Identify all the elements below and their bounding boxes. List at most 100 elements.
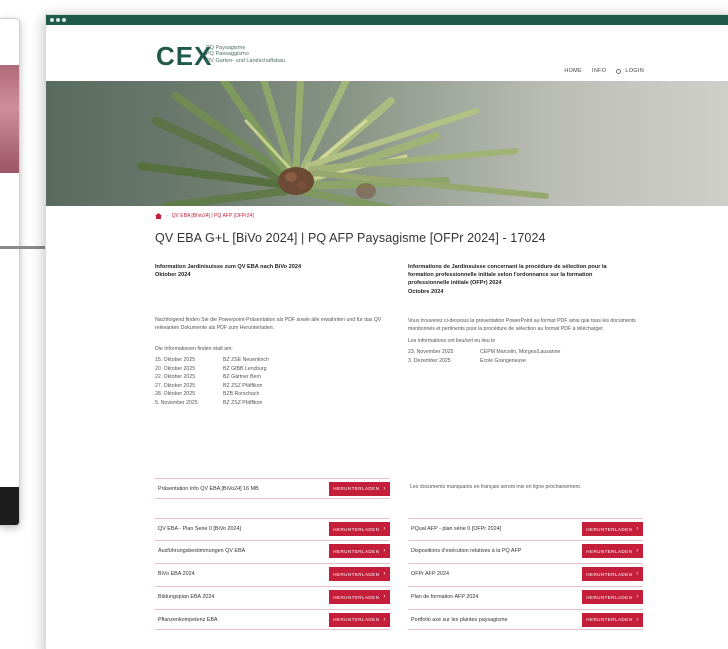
de-download-row: Pflanzenkompetenz EBA HERUNTERLADEN › — [155, 609, 390, 630]
chevron-right-icon: › — [383, 526, 386, 532]
background-card-footer — [0, 487, 19, 525]
fr-download-row: Dispositions d'exécution relatives à la … — [408, 540, 643, 561]
download-button-label: HERUNTERLADEN — [333, 526, 380, 532]
fr-intro-body: Vous trouverez ci-dessous la présentatio… — [408, 317, 636, 332]
location-cell: BZ ZSZ Pfäffikon — [223, 382, 263, 389]
download-button[interactable]: HERUNTERLADEN › — [582, 544, 643, 558]
fr-download-row: Portfolio axé sur les plantes paysagisme… — [408, 609, 643, 630]
window-dot-icon[interactable] — [50, 18, 54, 22]
home-icon[interactable] — [155, 213, 162, 219]
download-button-label: HERUNTERLADEN — [586, 594, 633, 600]
download-label: Dispositions d'exécution relatives à la … — [411, 548, 522, 554]
search-icon[interactable] — [616, 68, 622, 74]
download-label: Plan de formation AFP 2024 — [411, 594, 479, 600]
main-nav: HOME INFO LOGIN — [564, 68, 644, 74]
nav-info-label: INFO — [592, 68, 607, 74]
download-button[interactable]: HERUNTERLADEN › — [329, 612, 390, 627]
location-cell: BZB Rorschach — [223, 391, 260, 398]
fr-download-row: Plan de formation AFP 2024 HERUNTERLADEN… — [408, 586, 643, 607]
date-cell: 15. Oktober 2025 — [155, 357, 196, 363]
chevron-right-icon: › — [636, 526, 639, 532]
background-device-card — [0, 18, 20, 526]
download-button[interactable]: HERUNTERLADEN › — [582, 612, 643, 627]
chevron-right-icon: › — [383, 616, 386, 623]
location-cell: BZ ZSZ Pfäffikon — [223, 399, 263, 406]
download-label: Pflanzenkompetenz EBA — [158, 616, 218, 623]
chevron-right-icon: › — [383, 594, 386, 600]
fr-dates-intro: Les informations ont lieu/ont eu lieu le — [408, 338, 496, 345]
date-cell: 28. Oktober 2025 — [155, 391, 196, 398]
nav-info[interactable]: INFO — [592, 68, 606, 74]
fr-download-row: PQual AFP - plan série 0 [OFPr 2024] HER… — [408, 518, 643, 539]
download-button[interactable]: HERUNTERLADEN › — [329, 481, 390, 496]
download-button-label: HERUNTERLADEN — [586, 571, 633, 577]
download-button-label: HERUNTERLADEN — [333, 617, 380, 622]
date-row: 5. November 2025 BZ ZSZ Pfäffikon — [155, 399, 395, 408]
breadcrumb-current[interactable]: QV EBA [BiVo24] | PQ AFP [OFPr24] — [172, 213, 254, 219]
download-label: PQual AFP - plan série 0 [OFPr 2024] — [411, 526, 502, 532]
fr-intro-title-line: Octobre 2024 — [408, 288, 444, 295]
chevron-right-icon: › — [383, 548, 386, 554]
nav-home-label: HOME — [564, 68, 583, 74]
breadcrumb: › QV EBA [BiVo24] | PQ AFP [OFPr24] — [155, 213, 665, 219]
presentation-download-row: Präsentation Info QV EBA [BiVo24] 16 MB … — [155, 478, 390, 499]
french-column: Informations de Jardinsuisse concernant … — [408, 263, 648, 366]
date-row: 27. Oktober 2025 BZ ZSZ Pfäffikon — [155, 382, 395, 391]
date-row: 3. Dezember 2025 Ecole Grangeneuve — [408, 357, 648, 366]
download-button-label: HERUNTERLADEN — [333, 571, 380, 577]
window-dot-icon[interactable] — [62, 18, 66, 22]
download-label: Ausführungsbestimmungen QV EBA — [158, 548, 246, 554]
nav-login-label: LOGIN — [625, 68, 644, 74]
background-card-photo — [0, 65, 19, 173]
window-titlebar — [46, 15, 728, 25]
download-button[interactable]: HERUNTERLADEN › — [582, 567, 643, 581]
de-download-row: QV EBA - Plan Serie 0 [BiVo 2024] HERUNT… — [155, 518, 390, 539]
site-header: CEX PQ Paysagisme PQ Paesaggismo QV Gart… — [46, 25, 728, 81]
download-button[interactable]: HERUNTERLADEN › — [582, 590, 643, 604]
download-button-label: HERUNTERLADEN — [333, 594, 380, 600]
download-button-label: HERUNTERLADEN — [586, 617, 633, 622]
date-row: 20. Oktober 2025 BZ GIBB Lenzburg — [155, 365, 395, 374]
date-cell: 22. Oktober 2025 — [155, 374, 196, 381]
chevron-right-icon: › — [636, 594, 639, 600]
de-intro-title: Information Jardinisuisse zum QV EBA nac… — [155, 263, 395, 279]
window-dot-icon[interactable] — [56, 18, 60, 22]
hero-pine-needles — [137, 81, 549, 206]
de-dates-intro: Die Informationen finden statt am: — [155, 346, 233, 352]
page-title: QV EBA G+L [BiVo 2024] | PQ AFP Paysagis… — [155, 231, 546, 245]
chevron-right-icon: › — [383, 485, 386, 492]
download-button[interactable]: HERUNTERLADEN › — [329, 544, 390, 558]
screenshot-stage: CEX PQ Paysagisme PQ Paesaggismo QV Gart… — [0, 0, 728, 649]
nav-home[interactable]: HOME — [564, 68, 582, 74]
date-cell: 5. November 2025 — [155, 399, 198, 406]
date-row: 22. Oktober 2025 BZ Gärtner Bern — [155, 373, 395, 382]
hero-image — [46, 81, 728, 206]
de-date-list: 15. Oktober 2025 BZ ZSE Neuenkirch 20. Ok… — [155, 356, 395, 408]
download-button[interactable]: HERUNTERLADEN › — [329, 567, 390, 581]
date-cell: 23. November 2025 — [408, 349, 454, 356]
date-row: 15. Oktober 2025 BZ ZSE Neuenkirch — [155, 356, 395, 365]
nav-login[interactable]: LOGIN — [616, 68, 644, 74]
download-button[interactable]: HERUNTERLADEN › — [329, 522, 390, 536]
presentation-label: Präsentation Info QV EBA [BiVo24] 16 MB — [158, 485, 259, 492]
fr-download-row: OFPr AFP 2024 HERUNTERLADEN › — [408, 563, 643, 584]
de-intro-title-line: Information Jardinisuisse zum QV EBA nac… — [155, 264, 302, 270]
chevron-right-icon: › — [636, 616, 639, 623]
download-button[interactable]: HERUNTERLADEN › — [329, 590, 390, 604]
download-button-label: HERUNTERLADEN — [586, 526, 633, 532]
de-download-row: Bildungsplan EBA 2024 HERUNTERLADEN › — [155, 586, 390, 607]
logo-tagline: PQ Paysagisme PQ Paesaggismo QV Garten- … — [206, 45, 326, 64]
german-column: Information Jardinisuisse zum QV EBA nac… — [155, 263, 395, 408]
date-row: 23. November 2025 CEPM Marcelin, Morges/L… — [408, 348, 648, 357]
download-button-label: HERUNTERLADEN — [586, 548, 633, 554]
site-logo[interactable]: CEX — [156, 43, 212, 69]
breadcrumb-separator: › — [166, 213, 168, 219]
download-label: QV EBA - Plan Serie 0 [BiVo 2024] — [158, 526, 242, 532]
date-cell: 20. Oktober 2025 — [155, 365, 196, 372]
location-cell: BZ ZSE Neuenkirch — [223, 357, 269, 363]
page-content: › QV EBA [BiVo24] | PQ AFP [OFPr24] QV E… — [155, 205, 665, 406]
download-label: OFPr AFP 2024 — [411, 571, 449, 577]
download-button[interactable]: HERUNTERLADEN › — [582, 522, 643, 536]
location-cell: BZ GIBB Lenzburg — [223, 365, 267, 372]
fr-intro-title-line: professionnelle initiale (OFPr) 2024 — [408, 280, 502, 287]
